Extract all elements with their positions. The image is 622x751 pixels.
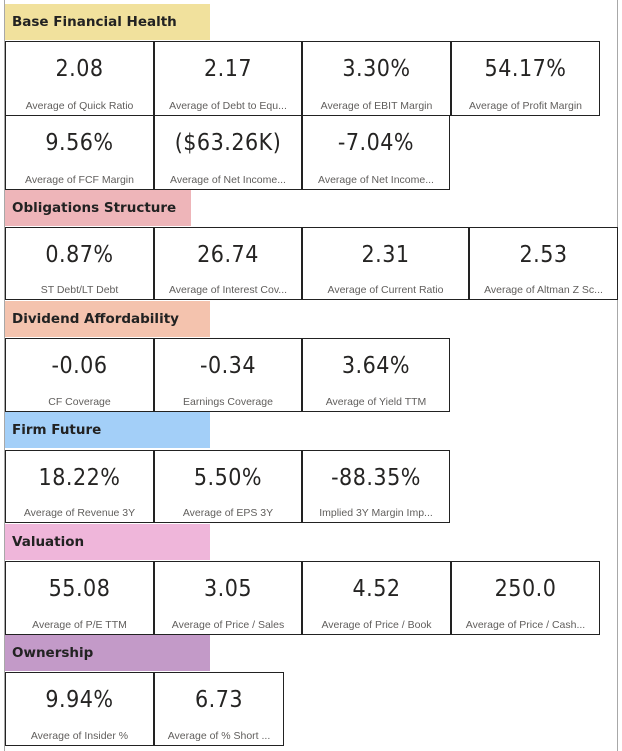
metric-label: Average of Revenue 3Y: [23, 507, 136, 519]
metric-value: 250.0: [494, 576, 557, 602]
metric-card[interactable]: 3.05 Average of Price / Sales: [154, 561, 302, 635]
metric-value: 4.52: [352, 576, 401, 602]
metric-label: Average of Insider %: [30, 730, 129, 742]
metric-label: Average of EPS 3Y: [182, 507, 274, 519]
metric-label: Average of Price / Sales: [171, 619, 285, 631]
metric-value: -0.06: [51, 353, 108, 379]
metric-value: 3.64%: [341, 353, 411, 379]
metric-label: Average of EBIT Margin: [320, 100, 433, 112]
metric-value: ($63.26K): [174, 130, 282, 156]
metric-label: Implied 3Y Margin Imp...: [319, 507, 433, 519]
metric-value: 3.30%: [342, 56, 411, 82]
metric-card[interactable]: 26.74 Average of Interest Cov...: [154, 227, 302, 300]
metric-value: 6.73: [194, 687, 244, 713]
section-header: Dividend Affordability: [5, 301, 210, 337]
section-header: Obligations Structure: [5, 190, 191, 226]
metric-value: 9.56%: [45, 130, 114, 156]
metric-value: 2.31: [361, 242, 410, 268]
metric-label: Average of Net Income...: [170, 174, 286, 186]
metric-label: Average of Price / Book: [321, 619, 432, 631]
metric-value: -0.34: [199, 353, 257, 379]
section-header: Ownership: [5, 635, 210, 671]
metric-card[interactable]: 250.0 Average of Price / Cash...: [451, 561, 600, 635]
metric-value: -88.35%: [331, 465, 421, 491]
metric-label: Average of P/E TTM: [32, 619, 127, 631]
metric-label: Average of Quick Ratio: [25, 100, 134, 112]
metric-card[interactable]: 54.17% Average of Profit Margin: [451, 41, 600, 116]
metric-label: Average of Altman Z Sc...: [484, 284, 603, 296]
metric-value: 2.17: [203, 56, 253, 82]
metric-card[interactable]: 18.22% Average of Revenue 3Y: [5, 450, 154, 523]
metric-label: CF Coverage: [48, 396, 111, 408]
metric-card[interactable]: 3.30% Average of EBIT Margin: [302, 41, 451, 116]
metric-label: Average of % Short ...: [167, 730, 271, 742]
metric-value: 3.05: [203, 576, 253, 602]
metric-label: Average of Interest Cov...: [168, 284, 288, 296]
metric-value: 18.22%: [38, 465, 121, 491]
metric-label: Average of Net Income...: [318, 174, 434, 186]
metric-value: 2.08: [55, 56, 104, 82]
metric-card[interactable]: 2.53 Average of Altman Z Sc...: [469, 227, 618, 300]
metric-value: 54.17%: [484, 56, 567, 82]
metric-card[interactable]: 2.17 Average of Debt to Equ...: [154, 41, 302, 116]
metric-card[interactable]: 9.56% Average of FCF Margin: [5, 115, 154, 190]
metric-card[interactable]: -0.34 Earnings Coverage: [154, 338, 302, 412]
metric-card[interactable]: -0.06 CF Coverage: [5, 338, 154, 412]
metric-label: Average of FCF Margin: [25, 174, 134, 186]
metric-card[interactable]: 9.94% Average of Insider %: [5, 672, 154, 746]
metric-label: Earnings Coverage: [183, 396, 273, 408]
right-border: [617, 0, 618, 751]
metric-card[interactable]: 2.08 Average of Quick Ratio: [5, 41, 154, 116]
metric-value: 2.53: [519, 242, 568, 268]
metric-value: 5.50%: [193, 465, 263, 491]
metric-value: 0.87%: [45, 242, 114, 268]
metric-label: Average of Current Ratio: [327, 284, 444, 296]
metric-label: Average of Profit Margin: [468, 100, 583, 112]
metric-value: 26.74: [197, 242, 259, 268]
metric-card[interactable]: 3.64% Average of Yield TTM: [302, 338, 450, 412]
metric-value: 9.94%: [45, 687, 114, 713]
metric-card[interactable]: 5.50% Average of EPS 3Y: [154, 450, 302, 523]
metric-card[interactable]: -88.35% Implied 3Y Margin Imp...: [302, 450, 450, 523]
metric-card[interactable]: 4.52 Average of Price / Book: [302, 561, 451, 635]
metric-label: Average of Debt to Equ...: [169, 100, 287, 112]
metric-card[interactable]: ($63.26K) Average of Net Income...: [154, 115, 302, 190]
metric-label: Average of Yield TTM: [325, 396, 427, 408]
metric-label: ST Debt/LT Debt: [40, 284, 119, 296]
metric-card[interactable]: 55.08 Average of P/E TTM: [5, 561, 154, 635]
section-header: Firm Future: [5, 412, 210, 448]
section-header: Base Financial Health: [5, 4, 210, 40]
metric-value: -7.04%: [337, 130, 415, 156]
metric-label: Average of Price / Cash...: [465, 619, 586, 631]
section-header: Valuation: [5, 524, 210, 560]
metric-card[interactable]: 0.87% ST Debt/LT Debt: [5, 227, 154, 300]
metric-card[interactable]: 2.31 Average of Current Ratio: [302, 227, 469, 300]
metric-card[interactable]: 6.73 Average of % Short ...: [154, 672, 284, 746]
metric-value: 55.08: [48, 576, 111, 602]
metric-card[interactable]: -7.04% Average of Net Income...: [302, 115, 450, 190]
